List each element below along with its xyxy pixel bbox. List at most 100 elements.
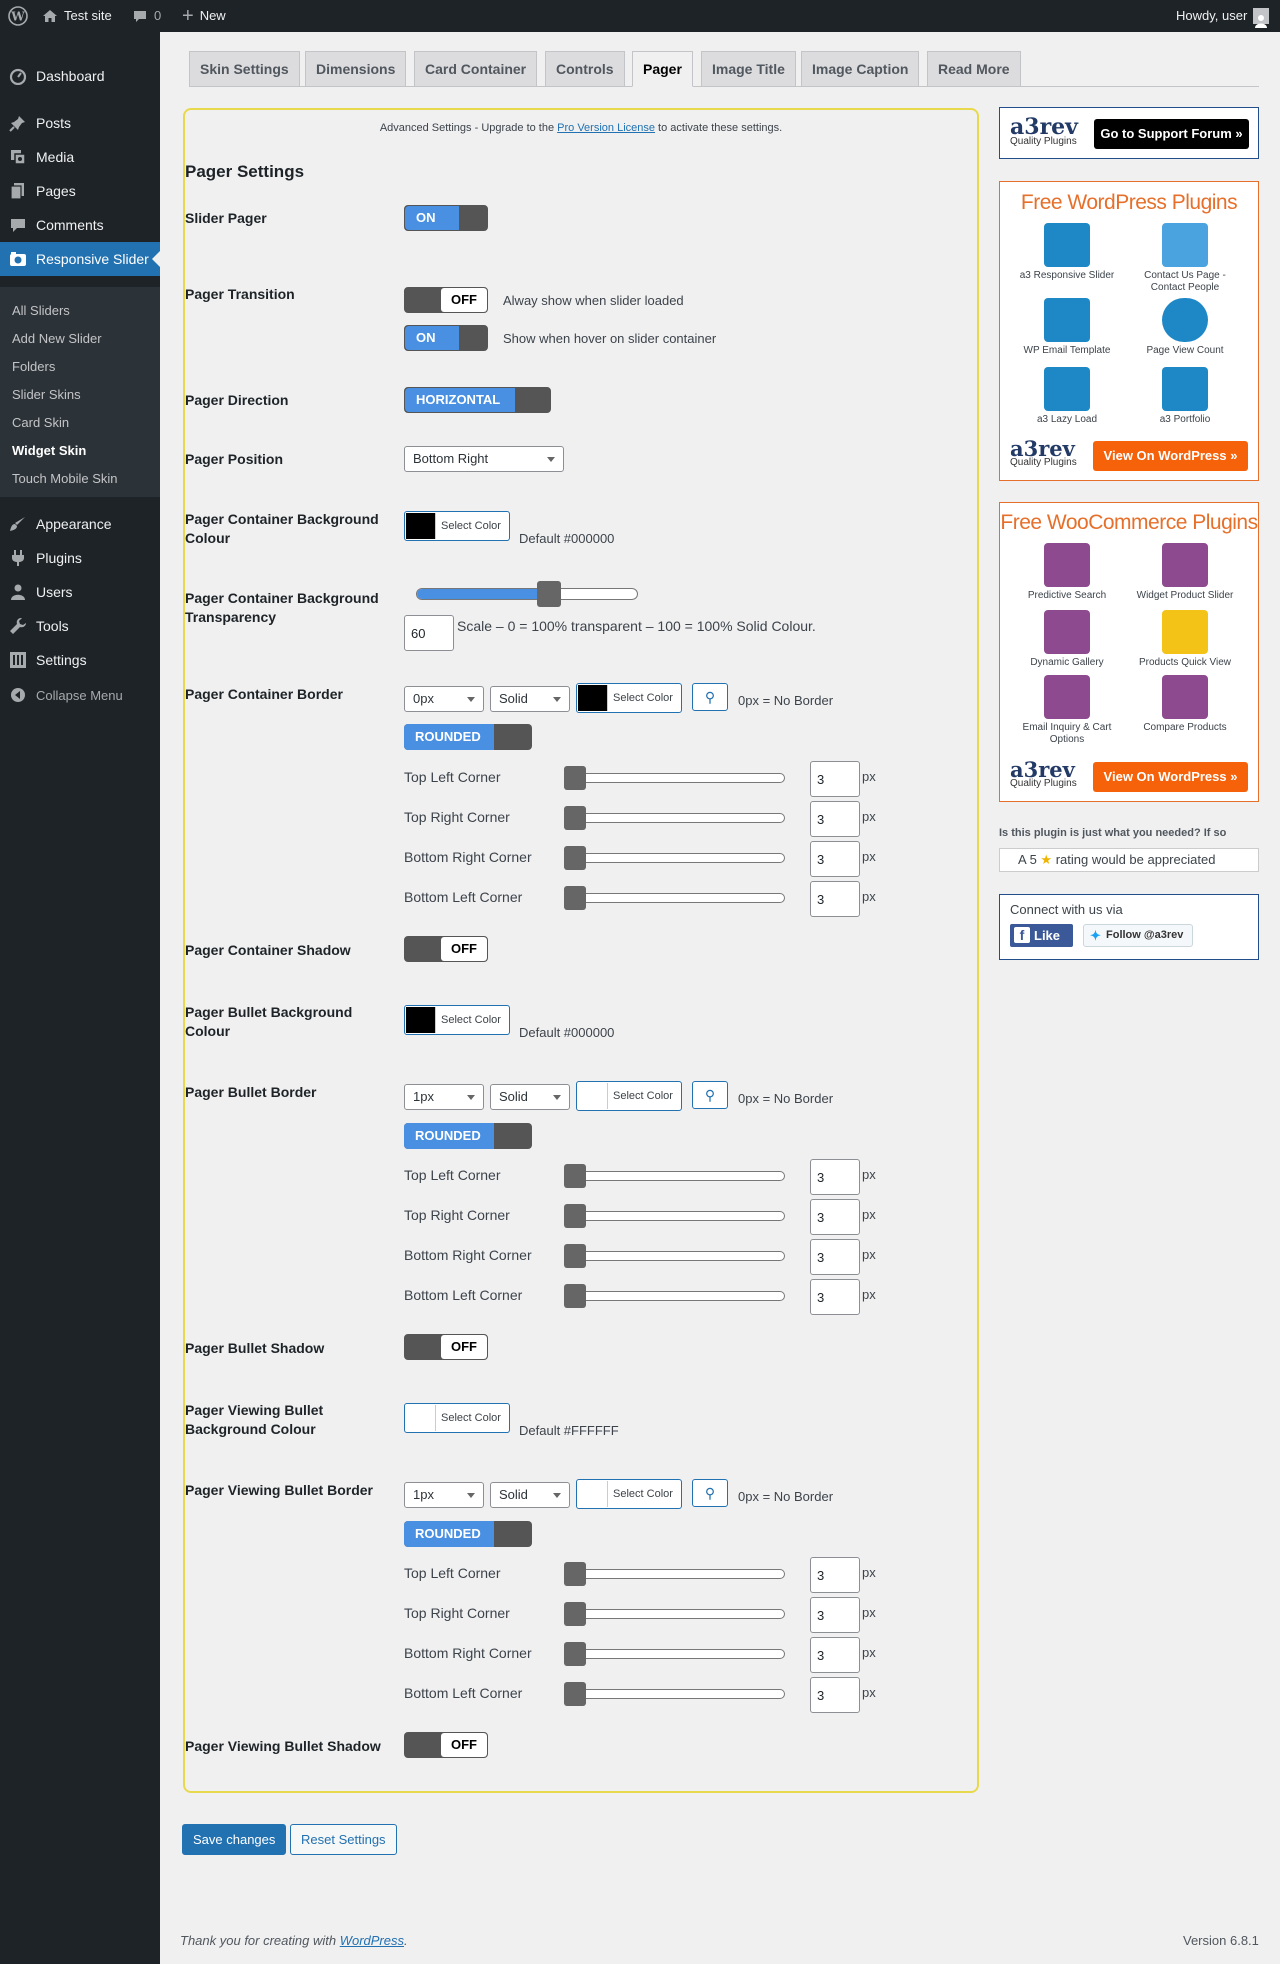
bullet-border-preview-button[interactable]: ⚲ — [692, 1081, 728, 1109]
corner-radius-input[interactable]: 3 — [810, 1239, 860, 1275]
slider-handle[interactable] — [564, 806, 586, 830]
pro-license-link[interactable]: Pro Version License — [557, 122, 655, 134]
transition-always-toggle[interactable]: OFF — [404, 287, 488, 313]
rating-box[interactable]: A 5 ★ rating would be appreciated — [999, 848, 1259, 872]
menu-dashboard[interactable]: Dashboard — [0, 59, 160, 93]
slider-handle[interactable] — [564, 1204, 586, 1228]
account-menu[interactable]: Howdy, user — [1176, 0, 1270, 32]
viewing-border-color-button[interactable]: Select Color — [576, 1479, 682, 1509]
corner-radius-input[interactable]: 3 — [810, 1597, 860, 1633]
submenu-add-new-slider[interactable]: Add New Slider — [12, 331, 102, 346]
viewing-border-width-select[interactable]: 1px — [404, 1482, 484, 1508]
corner-radius-input[interactable]: 3 — [810, 881, 860, 917]
menu-comments[interactable]: Comments — [0, 208, 160, 242]
plugin-contact-us-page[interactable]: Contact Us Page - Contact People — [1126, 223, 1244, 294]
submenu-folders[interactable]: Folders — [12, 359, 55, 374]
corner-radius-input[interactable]: 3 — [810, 1199, 860, 1235]
corner-radius-slider[interactable] — [564, 1204, 785, 1228]
corner-radius-input[interactable]: 3 — [810, 841, 860, 877]
container-border-style-select[interactable]: Solid — [490, 686, 570, 712]
menu-appearance[interactable]: Appearance — [0, 507, 160, 541]
site-name-link[interactable]: Test site — [42, 0, 112, 32]
plugin-products-quick-view[interactable]: Products Quick View — [1126, 610, 1244, 669]
corner-radius-slider[interactable] — [564, 1642, 785, 1666]
slider-handle[interactable] — [564, 886, 586, 910]
support-forum-button[interactable]: Go to Support Forum » — [1094, 119, 1249, 149]
pager-direction-toggle[interactable]: HORIZONTAL — [404, 387, 551, 413]
menu-pages[interactable]: Pages — [0, 174, 160, 208]
plugin-a3-lazy-load[interactable]: a3 Lazy Load — [1008, 367, 1126, 426]
corner-radius-input[interactable]: 3 — [810, 1557, 860, 1593]
plugin-email-inquiry[interactable]: Email Inquiry & Cart Options — [1008, 675, 1126, 746]
slider-handle[interactable] — [564, 1602, 586, 1626]
slider-pager-toggle[interactable]: ON — [404, 205, 488, 231]
menu-media[interactable]: Media — [0, 140, 160, 174]
corner-radius-slider[interactable] — [564, 766, 785, 790]
menu-posts[interactable]: Posts — [0, 106, 160, 140]
submenu-touch-mobile-skin[interactable]: Touch Mobile Skin — [12, 471, 118, 486]
reset-settings-button[interactable]: Reset Settings — [290, 1824, 397, 1855]
corner-radius-input[interactable]: 3 — [810, 1677, 860, 1713]
plugin-wp-email-template[interactable]: WP Email Template — [1008, 298, 1126, 357]
bullet-bg-color-button[interactable]: Select Color — [404, 1005, 510, 1035]
plugin-a3-responsive-slider[interactable]: a3 Responsive Slider — [1008, 223, 1126, 282]
menu-plugins[interactable]: Plugins — [0, 541, 160, 575]
corner-radius-input[interactable]: 3 — [810, 1637, 860, 1673]
tab-image-caption[interactable]: Image Caption — [801, 51, 920, 87]
bullet-shadow-toggle[interactable]: OFF — [404, 1334, 488, 1360]
comments-link[interactable]: 0 — [132, 0, 161, 32]
new-content-link[interactable]: + New — [182, 0, 226, 32]
transparency-input[interactable]: 60 — [404, 615, 454, 651]
plugin-page-view-count[interactable]: Page View Count — [1126, 298, 1244, 357]
corner-radius-input[interactable]: 3 — [810, 801, 860, 837]
menu-tools[interactable]: Tools — [0, 609, 160, 643]
plugin-compare-products[interactable]: Compare Products — [1126, 675, 1244, 734]
container-border-color-button[interactable]: Select Color — [576, 683, 682, 713]
container-border-preview-button[interactable]: ⚲ — [692, 683, 728, 711]
slider-handle[interactable] — [564, 1284, 586, 1308]
menu-users[interactable]: Users — [0, 575, 160, 609]
bullet-border-width-select[interactable]: 1px — [404, 1084, 484, 1110]
corner-radius-input[interactable]: 3 — [810, 761, 860, 797]
corner-radius-slider[interactable] — [564, 1562, 785, 1586]
viewing-border-style-select[interactable]: Solid — [490, 1482, 570, 1508]
wp-view-on-wordpress-button[interactable]: View On WordPress » — [1093, 441, 1248, 471]
slider-handle[interactable] — [564, 1642, 586, 1666]
viewing-border-preview-button[interactable]: ⚲ — [692, 1479, 728, 1507]
corner-radius-slider[interactable] — [564, 1164, 785, 1188]
facebook-like-button[interactable]: f Like — [1010, 924, 1073, 947]
bullet-border-style-select[interactable]: Solid — [490, 1084, 570, 1110]
corner-radius-slider[interactable] — [564, 1244, 785, 1268]
corner-radius-slider[interactable] — [564, 1284, 785, 1308]
tab-read-more[interactable]: Read More — [927, 51, 1021, 87]
corner-radius-input[interactable]: 3 — [810, 1279, 860, 1315]
slider-handle[interactable] — [564, 1562, 586, 1586]
container-bg-color-button[interactable]: Select Color — [404, 511, 510, 541]
plugin-dynamic-gallery[interactable]: Dynamic Gallery — [1008, 610, 1126, 669]
tab-card-container[interactable]: Card Container — [414, 51, 538, 87]
corner-radius-slider[interactable] — [564, 846, 785, 870]
corner-radius-slider[interactable] — [564, 886, 785, 910]
container-rounded-toggle[interactable]: ROUNDED — [404, 724, 532, 750]
viewing-rounded-toggle[interactable]: ROUNDED — [404, 1521, 532, 1547]
bullet-rounded-toggle[interactable]: ROUNDED — [404, 1123, 532, 1149]
corner-radius-slider[interactable] — [564, 1602, 785, 1626]
plugin-widget-product-slider[interactable]: Widget Product Slider — [1126, 543, 1244, 602]
corner-radius-input[interactable]: 3 — [810, 1159, 860, 1195]
wordpress-logo-icon[interactable]: W — [8, 0, 28, 32]
collapse-menu-button[interactable]: Collapse Menu — [0, 685, 160, 705]
transition-hover-toggle[interactable]: ON — [404, 325, 488, 351]
slider-handle[interactable] — [564, 1164, 586, 1188]
menu-settings[interactable]: Settings — [0, 643, 160, 677]
tab-image-title[interactable]: Image Title — [701, 51, 796, 87]
corner-radius-slider[interactable] — [564, 1682, 785, 1706]
pager-position-select[interactable]: Bottom Right — [404, 446, 564, 472]
tab-skin-settings[interactable]: Skin Settings — [189, 51, 300, 87]
wordpress-link[interactable]: WordPress — [340, 1933, 404, 1948]
submenu-widget-skin[interactable]: Widget Skin — [12, 443, 86, 458]
container-shadow-toggle[interactable]: OFF — [404, 936, 488, 962]
transparency-handle[interactable] — [537, 581, 561, 607]
plugin-predictive-search[interactable]: Predictive Search — [1008, 543, 1126, 602]
slider-handle[interactable] — [564, 846, 586, 870]
tab-controls[interactable]: Controls — [545, 51, 625, 87]
